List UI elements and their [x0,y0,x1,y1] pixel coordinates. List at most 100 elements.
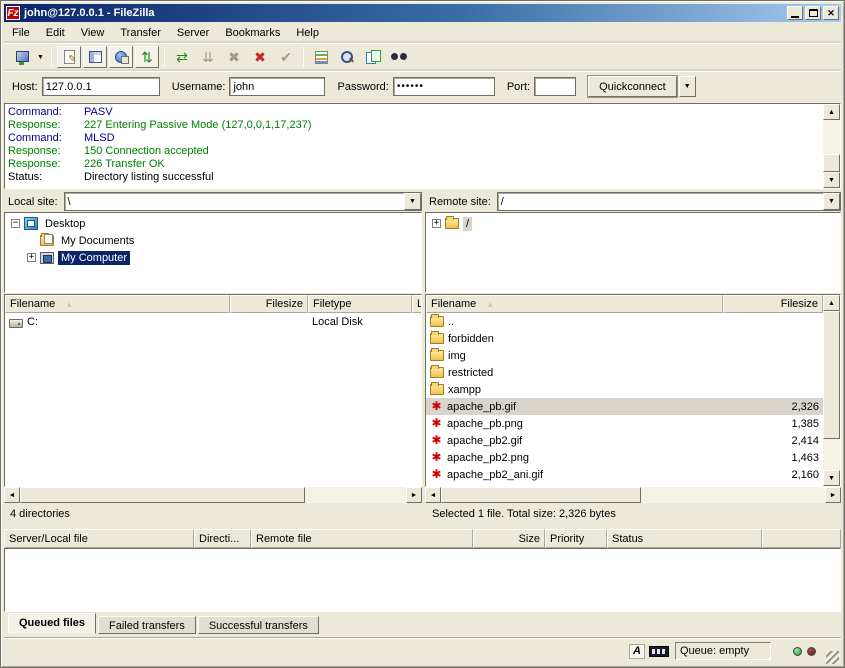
remote-site-label: Remote site: [425,196,497,208]
menu-server[interactable]: Server [169,24,217,42]
column-header-filename[interactable]: Filename▲ [426,295,723,313]
remote-site-combo[interactable]: / ▼ [497,192,841,211]
disconnect-button[interactable]: ✖ [248,46,272,68]
menu-file[interactable]: File [4,24,38,42]
scroll-down-icon[interactable]: ▼ [823,172,840,188]
directory-comparison-button[interactable] [361,46,385,68]
column-header-status[interactable]: Status [607,529,762,548]
port-input[interactable] [534,77,576,96]
cancel-button[interactable]: ✖ [222,46,246,68]
minimize-button[interactable] [787,6,803,20]
table-row-selected[interactable]: ✱apache_pb.gif 2,326 [426,398,823,415]
title-bar[interactable]: Fz john@127.0.0.1 - FileZilla ✕ [4,4,841,22]
filter-button[interactable] [309,46,333,68]
toggle-log-button[interactable] [57,46,81,68]
remote-vscrollbar[interactable]: ▲ ▼ [823,295,840,486]
site-manager-dropdown[interactable]: ▼ [34,46,47,68]
collapse-icon[interactable]: − [11,219,20,228]
log-line: Response:150 Connection accepted [8,145,823,158]
data-type-ascii-icon[interactable]: A [629,644,645,659]
scrollbar-thumb[interactable] [823,154,840,172]
chevron-down-icon[interactable]: ▼ [823,193,840,210]
tree-item-root[interactable]: + / [426,215,840,232]
scrollbar-thumb[interactable] [823,311,840,439]
filesize-cell [723,381,823,398]
close-button[interactable]: ✕ [823,6,839,20]
quickconnect-dropdown[interactable]: ▼ [679,76,696,97]
host-input[interactable] [42,77,160,96]
table-row[interactable]: .. [426,313,823,330]
resize-grip[interactable] [826,651,839,664]
column-header-remote-file[interactable]: Remote file [251,529,473,548]
port-label: Port: [507,81,530,93]
quickconnect-button[interactable]: Quickconnect [588,76,677,97]
toggle-local-tree-button[interactable] [83,46,107,68]
tab-queued-files[interactable]: Queued files [8,613,96,634]
column-header-server-local-file[interactable]: Server/Local file [4,529,194,548]
menu-help[interactable]: Help [288,24,327,42]
tree-item-desktop[interactable]: − Desktop [5,215,421,232]
column-header-filename[interactable]: Filename▲ [5,295,230,313]
expand-icon[interactable]: + [27,253,36,262]
scrollbar-thumb[interactable] [441,487,641,503]
process-queue-icon: ⇊ [202,50,214,64]
scroll-up-icon[interactable]: ▲ [823,295,840,311]
scroll-left-icon[interactable]: ◄ [4,487,20,503]
table-row[interactable]: forbidden [426,330,823,347]
table-row[interactable]: ✱apache_pb2.png 1,463 [426,449,823,466]
column-header-filesize[interactable]: Filesize [723,295,823,313]
close-icon: ✕ [827,9,835,18]
scrollbar-thumb[interactable] [20,487,305,503]
log-line: Command:PASV [8,106,823,119]
find-button[interactable] [335,46,359,68]
toggle-remote-tree-button[interactable] [109,46,133,68]
table-row[interactable]: ✱apache_pb.png 1,385 [426,415,823,432]
local-site-combo[interactable]: \ ▼ [64,192,422,211]
find-files-button[interactable] [387,46,411,68]
remote-hscrollbar[interactable]: ◄ ► [425,487,841,503]
column-header-direction[interactable]: Directi... [194,529,251,548]
tab-failed-transfers[interactable]: Failed transfers [98,616,196,634]
local-hscrollbar[interactable]: ◄ ► [4,487,422,503]
column-header-priority[interactable]: Priority [545,529,607,548]
column-header-lastmodified[interactable]: L [412,295,422,313]
menu-bookmarks[interactable]: Bookmarks [217,24,288,42]
column-header-size[interactable]: Size [473,529,545,548]
table-row[interactable]: xampp [426,381,823,398]
tree-item-my-documents[interactable]: My Documents [5,232,421,249]
tree-item-my-computer[interactable]: + My Computer [5,249,421,266]
username-input[interactable] [229,77,325,96]
column-header-filesize[interactable]: Filesize [230,295,308,313]
chevron-down-icon[interactable]: ▼ [404,193,421,210]
maximize-icon [809,9,818,17]
site-manager-button[interactable] [9,46,33,68]
tab-successful-transfers[interactable]: Successful transfers [198,616,319,634]
menu-transfer[interactable]: Transfer [112,24,169,42]
menu-view[interactable]: View [73,24,113,42]
filename-cell: img [426,347,723,364]
log-scrollbar[interactable]: ▲ ▼ [823,104,840,188]
scroll-up-icon[interactable]: ▲ [823,104,840,120]
scroll-left-icon[interactable]: ◄ [425,487,441,503]
table-row[interactable]: ✱apache_pb2.gif 2,414 [426,432,823,449]
table-row[interactable]: img [426,347,823,364]
expand-icon[interactable]: + [432,219,441,228]
speed-limit-icon[interactable] [649,646,669,657]
column-header-filetype[interactable]: Filetype [308,295,412,313]
menu-edit[interactable]: Edit [38,24,73,42]
toggle-queue-button[interactable]: ⇅ [135,46,159,68]
filesize-cell: 1,463 [723,449,823,466]
refresh-button[interactable]: ⇄ [170,46,194,68]
table-row[interactable]: ✱apache_pb2_ani.gif 2,160 [426,466,823,483]
scroll-right-icon[interactable]: ► [825,487,841,503]
table-row[interactable]: restricted [426,364,823,381]
scroll-right-icon[interactable]: ► [406,487,422,503]
table-row[interactable]: C: Local Disk [5,313,421,330]
queue-body[interactable] [4,548,841,612]
maximize-button[interactable] [805,6,821,20]
filename-cell: ✱apache_pb2_ani.gif [426,466,723,483]
process-queue-button[interactable]: ⇊ [196,46,220,68]
password-input[interactable] [393,77,495,96]
reconnect-button[interactable]: ✔ [274,46,298,68]
scroll-down-icon[interactable]: ▼ [823,470,840,486]
